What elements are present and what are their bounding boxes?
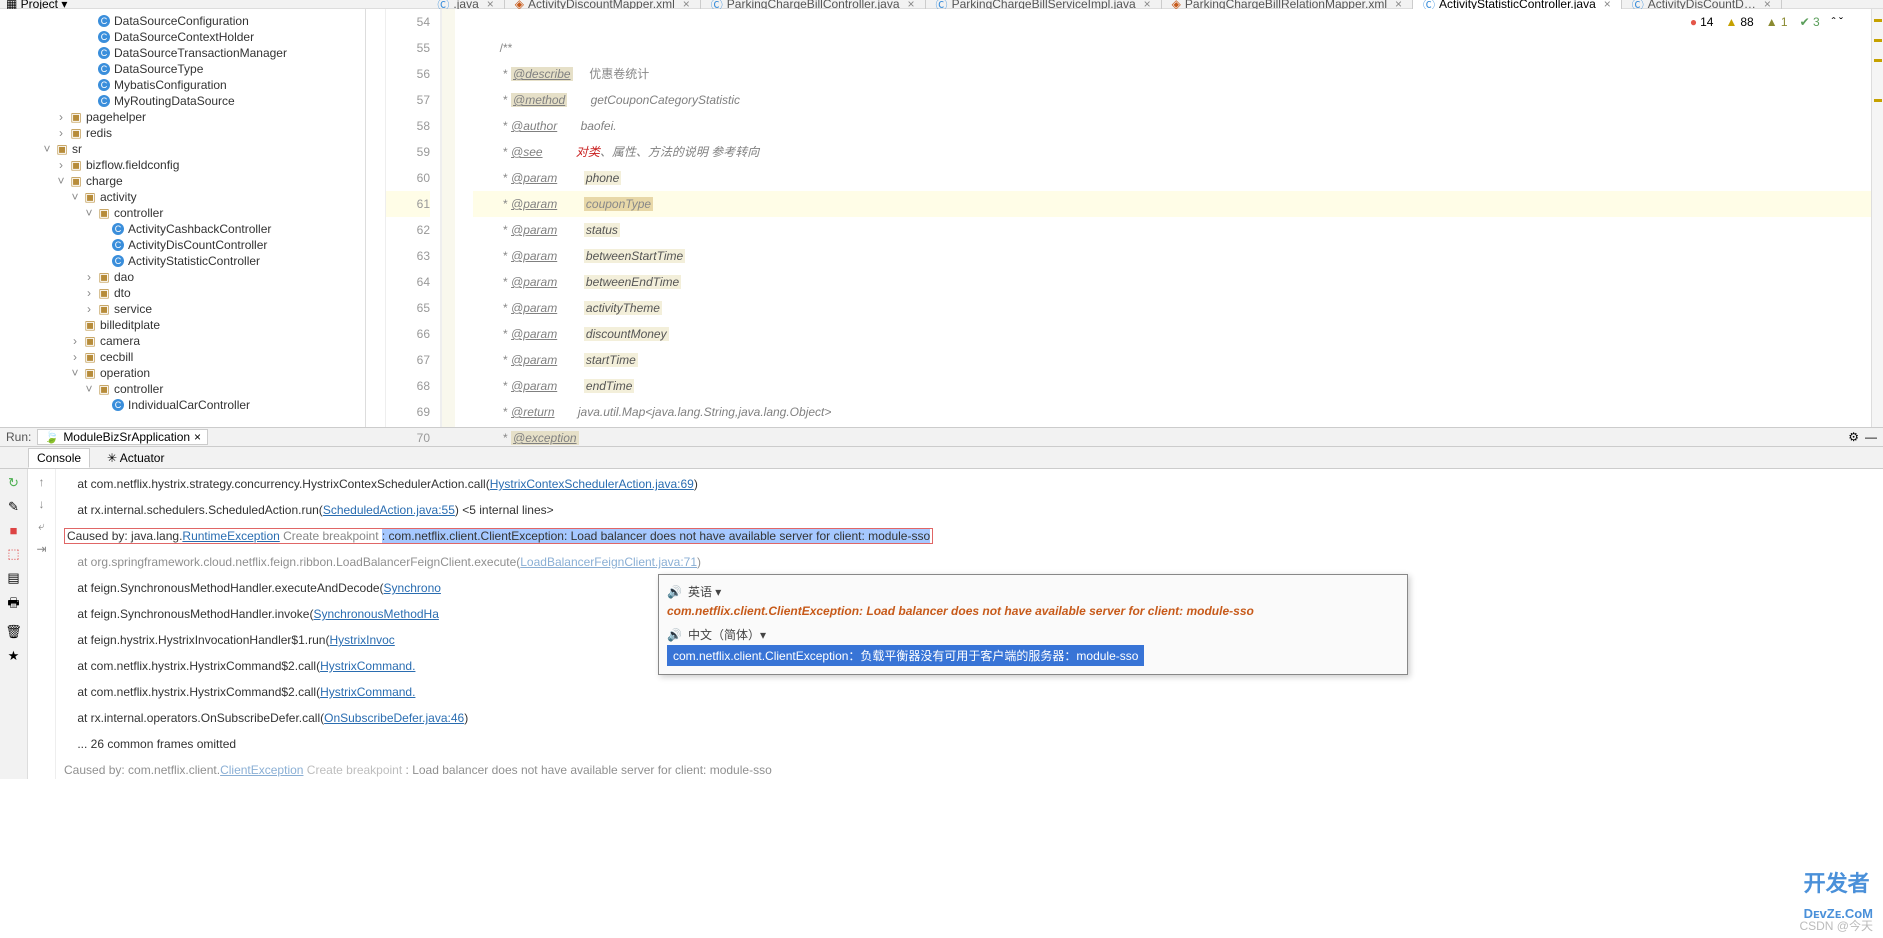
tree-item[interactable]: ›▣dto <box>0 285 365 301</box>
tree-item[interactable]: CDataSourceConfiguration <box>0 13 365 29</box>
run-config[interactable]: 🍃 ModuleBizSrApplication × <box>37 429 208 445</box>
tree-item[interactable]: ▣billeditplate <box>0 317 365 333</box>
speaker-icon[interactable]: 🔊 <box>667 585 682 599</box>
project-sidebar: CDataSourceConfigurationCDataSourceConte… <box>0 9 366 427</box>
speaker-icon[interactable]: 🔊 <box>667 628 682 642</box>
tree-item[interactable]: CActivityStatisticController <box>0 253 365 269</box>
run-side-toolbar: ↻ ✎ ■ ⬚ ▤ 🖶 🗑 ★ <box>0 469 28 779</box>
translation-source: com.netflix.client.ClientException: Load… <box>667 602 1399 620</box>
tree-item[interactable]: CMyRoutingDataSource <box>0 93 365 109</box>
help-icon[interactable]: ★ <box>8 648 20 664</box>
csdn-watermark: CSDN @今天 <box>1799 917 1873 934</box>
edit-icon[interactable]: ✎ <box>8 499 19 515</box>
tree-item[interactable]: ›▣service <box>0 301 365 317</box>
down-icon[interactable]: ↓ <box>39 497 45 511</box>
tree-item[interactable]: CDataSourceType <box>0 61 365 77</box>
actuator-tab[interactable]: ✳ Actuator <box>98 448 173 468</box>
translation-popup: 🔊英语 ▾ com.netflix.client.ClientException… <box>658 574 1408 675</box>
console-tab[interactable]: Console <box>28 448 90 468</box>
editor-tabs-bar: ▦ Project ▾ Ⓒ .java ×◈ ActivityDiscountM… <box>0 0 1883 9</box>
tree-item[interactable]: CMybatisConfiguration <box>0 77 365 93</box>
layout-icon[interactable]: ▤ <box>7 570 19 586</box>
tree-item[interactable]: ˅▣operation <box>0 365 365 381</box>
tree-item[interactable]: ›▣dao <box>0 269 365 285</box>
code-area[interactable]: /** * @describe 优惠卷统计 * @method getCoupo… <box>455 9 1871 427</box>
tree-item[interactable]: ˅▣controller <box>0 381 365 397</box>
tree-item[interactable]: ›▣cecbill <box>0 349 365 365</box>
exit-icon[interactable]: ⬚ <box>7 546 19 562</box>
trash-icon[interactable]: 🗑 <box>5 624 22 640</box>
tree-item[interactable]: ˅▣charge <box>0 173 365 189</box>
up-icon[interactable]: ↑ <box>39 475 45 489</box>
tree-item[interactable]: CActivityCashbackController <box>0 221 365 237</box>
translation-target: com.netflix.client.ClientException：负载平衡器… <box>667 645 1144 666</box>
tree-item[interactable]: CDataSourceTransactionManager <box>0 45 365 61</box>
run-label: Run: <box>6 430 31 444</box>
logo-watermark: 开发者DᴇᴠZᴇ.CᴏM <box>1804 866 1873 924</box>
tree-item[interactable]: CIndividualCarController <box>0 397 365 413</box>
tree-item[interactable]: ›▣camera <box>0 333 365 349</box>
stop-icon[interactable]: ■ <box>10 523 18 538</box>
code-editor[interactable]: 14 88 ▲ 1 ✔ 3 ˆ ˇ 5455565758596061626364… <box>366 9 1883 427</box>
project-tree[interactable]: CDataSourceConfigurationCDataSourceConte… <box>0 9 365 417</box>
tree-item[interactable]: ›▣bizflow.fieldconfig <box>0 157 365 173</box>
problems-status[interactable]: 14 88 ▲ 1 ✔ 3 ˆ ˇ <box>1690 15 1843 29</box>
print-icon[interactable]: 🖶 <box>7 594 19 616</box>
error-stripe[interactable] <box>1871 9 1883 427</box>
tree-item[interactable]: ˅▣controller <box>0 205 365 221</box>
rerun-icon[interactable]: ↻ <box>8 475 19 491</box>
line-gutter[interactable]: 5455565758596061626364656667686970 <box>386 9 441 427</box>
tree-item[interactable]: ›▣pagehelper <box>0 109 365 125</box>
wrap-icon[interactable]: ⤶ <box>38 519 45 534</box>
tree-item[interactable]: ˅▣activity <box>0 189 365 205</box>
tree-item[interactable]: CActivityDisCountController <box>0 237 365 253</box>
tree-item[interactable]: ›▣redis <box>0 125 365 141</box>
tree-item[interactable]: ˅▣sr <box>0 141 365 157</box>
scroll-icon[interactable]: ⇥ <box>36 542 46 556</box>
tree-item[interactable]: CDataSourceContextHolder <box>0 29 365 45</box>
